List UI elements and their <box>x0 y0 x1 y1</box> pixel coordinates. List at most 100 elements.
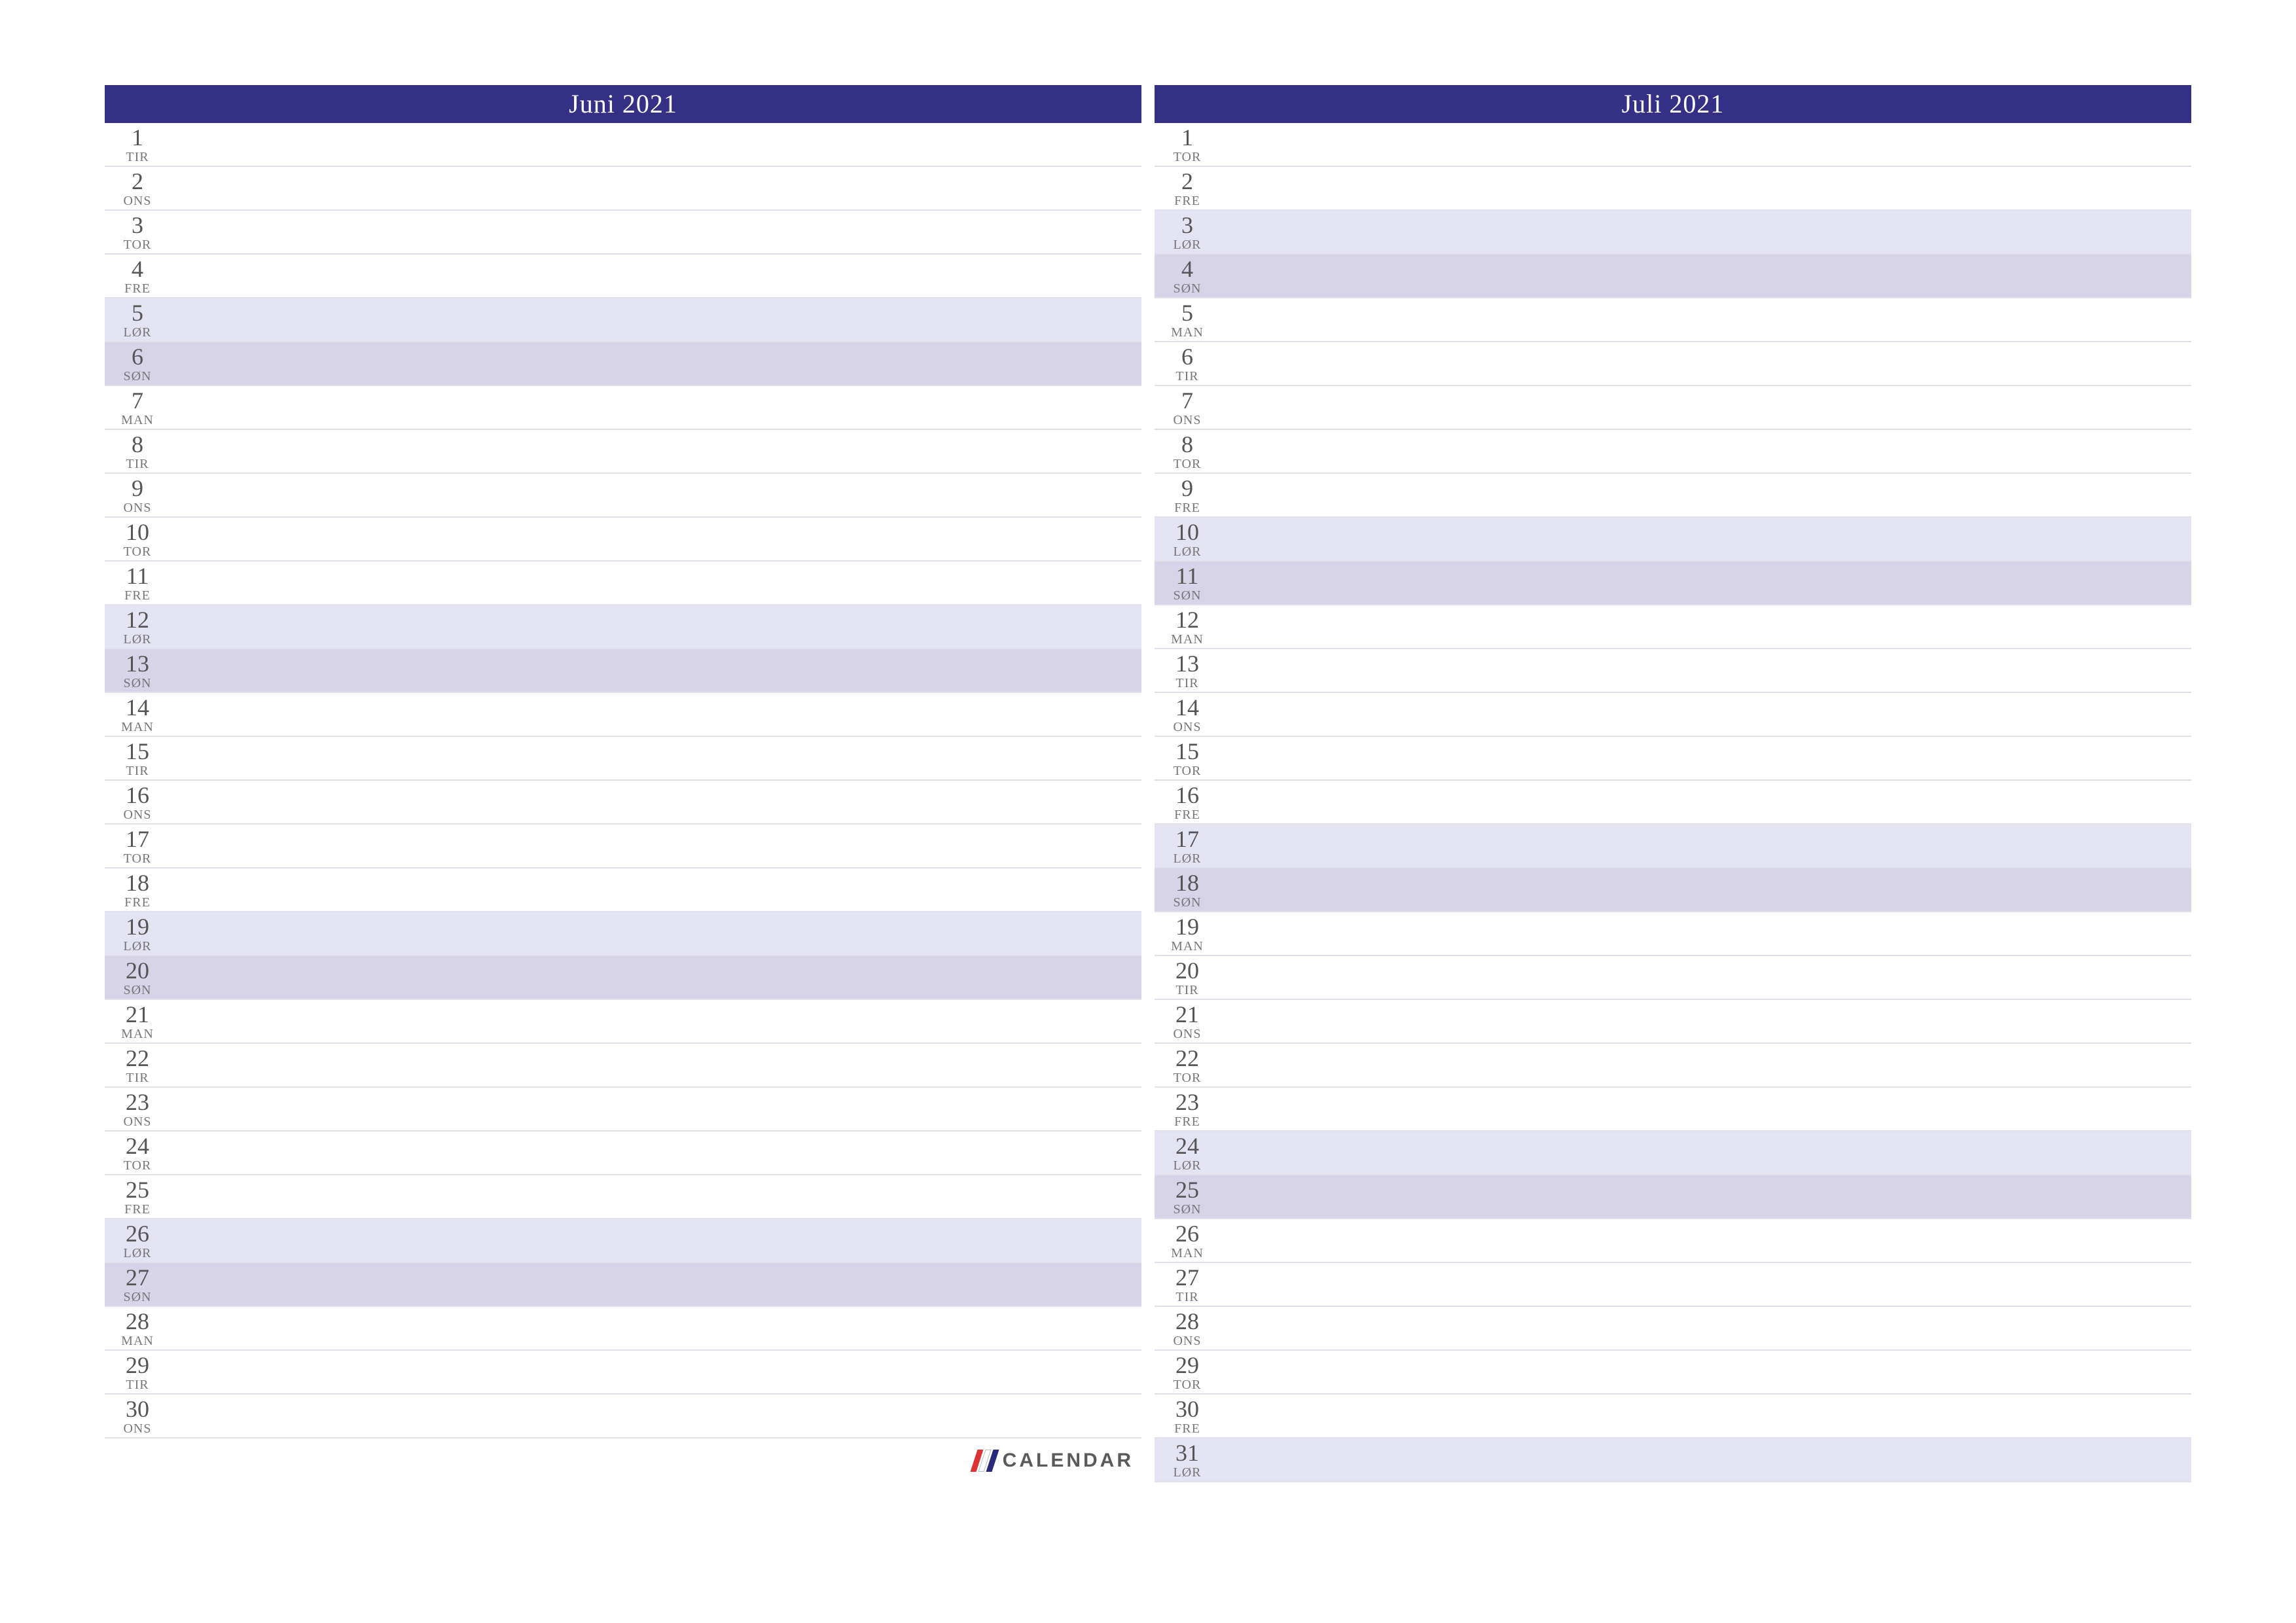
day-label-cell: 19LØR <box>105 912 170 955</box>
day-label-cell: 27TIR <box>1155 1263 1220 1306</box>
day-number: 11 <box>126 564 149 588</box>
day-weekday: SØN <box>123 1291 151 1304</box>
day-row: 20SØN <box>105 956 1141 1000</box>
day-notes-area <box>170 1351 1141 1393</box>
day-weekday: TIR <box>1175 984 1198 997</box>
day-notes-area <box>1220 1395 2191 1437</box>
day-number: 3 <box>1181 213 1193 237</box>
day-weekday: LØR <box>1174 545 1202 558</box>
day-notes-area <box>1220 386 2191 429</box>
day-weekday: SØN <box>1173 282 1201 295</box>
day-label-cell: 22TIR <box>105 1044 170 1086</box>
day-row: 12MAN <box>1155 605 2191 649</box>
day-weekday: ONS <box>123 808 151 821</box>
day-row: 8TIR <box>105 430 1141 474</box>
day-row: 16FRE <box>1155 781 2191 825</box>
day-notes-area <box>1220 1044 2191 1086</box>
day-number: 27 <box>126 1266 149 1289</box>
day-row: 17LØR <box>1155 825 2191 868</box>
day-weekday: MAN <box>121 721 154 734</box>
day-row: 30ONS <box>105 1395 1141 1438</box>
day-label-cell: 20TIR <box>1155 956 1220 999</box>
day-weekday: LØR <box>1174 238 1202 251</box>
day-weekday: FRE <box>1174 1422 1200 1435</box>
day-notes-area <box>170 868 1141 911</box>
day-row: 7ONS <box>1155 386 2191 430</box>
day-row: 31LØR <box>1155 1438 2191 1482</box>
day-weekday: TOR <box>1174 151 1202 164</box>
day-notes-area <box>170 1219 1141 1262</box>
day-row: 25FRE <box>105 1175 1141 1219</box>
day-weekday: ONS <box>1173 1334 1201 1347</box>
day-number: 9 <box>132 476 143 500</box>
day-weekday: SØN <box>1173 1203 1201 1216</box>
day-notes-area <box>1220 693 2191 736</box>
day-notes-area <box>170 255 1141 297</box>
day-label-cell: 4SØN <box>1155 255 1220 297</box>
day-label-cell: 10TOR <box>105 518 170 560</box>
day-row: 20TIR <box>1155 956 2191 1000</box>
day-weekday: ONS <box>1173 721 1201 734</box>
day-notes-area <box>1220 1438 2191 1481</box>
day-notes-area <box>1220 649 2191 692</box>
day-row: 15TIR <box>105 737 1141 781</box>
day-label-cell: 30ONS <box>105 1395 170 1437</box>
day-number: 6 <box>1181 345 1193 368</box>
day-row: 30FRE <box>1155 1395 2191 1438</box>
day-label-cell: 14MAN <box>105 693 170 736</box>
day-number: 31 <box>1175 1441 1199 1465</box>
day-number: 29 <box>1175 1353 1199 1377</box>
day-number: 8 <box>132 433 143 456</box>
day-row: 28MAN <box>105 1307 1141 1351</box>
day-number: 14 <box>1175 696 1199 719</box>
day-weekday: LØR <box>124 1247 152 1260</box>
day-label-cell: 10LØR <box>1155 518 1220 560</box>
day-notes-area <box>1220 211 2191 253</box>
day-row: 28ONS <box>1155 1307 2191 1351</box>
day-weekday: MAN <box>121 1027 154 1041</box>
day-label-cell: 15TOR <box>1155 737 1220 779</box>
day-weekday: MAN <box>121 1334 154 1347</box>
day-notes-area <box>1220 1219 2191 1262</box>
day-label-cell: 24LØR <box>1155 1132 1220 1174</box>
day-notes-area <box>170 342 1141 385</box>
day-weekday: SØN <box>123 370 151 383</box>
day-number: 10 <box>126 520 149 544</box>
day-notes-area <box>170 1395 1141 1437</box>
day-number: 6 <box>132 345 143 368</box>
day-number: 19 <box>126 915 149 938</box>
day-label-cell: 13SØN <box>105 649 170 692</box>
day-notes-area <box>1220 1351 2191 1393</box>
day-notes-area <box>170 1088 1141 1130</box>
day-label-cell: 25SØN <box>1155 1175 1220 1218</box>
day-row: 8TOR <box>1155 430 2191 474</box>
day-row: 13SØN <box>105 649 1141 693</box>
day-weekday: LØR <box>124 633 152 646</box>
day-label-cell: 28MAN <box>105 1307 170 1349</box>
day-label-cell: 3TOR <box>105 211 170 253</box>
day-notes-area <box>1220 167 2191 209</box>
day-weekday: MAN <box>1171 940 1204 953</box>
day-row: 9ONS <box>105 474 1141 518</box>
day-weekday: TOR <box>1174 764 1202 777</box>
day-weekday: MAN <box>121 414 154 427</box>
day-number: 1 <box>1181 126 1193 149</box>
day-notes-area <box>170 298 1141 341</box>
day-notes-area <box>1220 1132 2191 1174</box>
day-number: 24 <box>1175 1134 1199 1158</box>
day-notes-area <box>170 386 1141 429</box>
day-number: 26 <box>1175 1222 1199 1245</box>
day-row: 27 SØN <box>105 1263 1141 1307</box>
day-label-cell: 15TIR <box>105 737 170 779</box>
day-number: 8 <box>1181 433 1193 456</box>
day-row: 14 ONS <box>1155 693 2191 737</box>
day-notes-area <box>1220 1000 2191 1043</box>
day-weekday: LØR <box>1174 1466 1202 1479</box>
day-row: 24TOR <box>105 1132 1141 1175</box>
day-row: 10LØR <box>1155 518 2191 562</box>
day-notes-area <box>170 605 1141 648</box>
day-weekday: TOR <box>124 238 152 251</box>
day-weekday: TIR <box>126 151 149 164</box>
day-row: 18SØN <box>1155 868 2191 912</box>
day-label-cell: 5LØR <box>105 298 170 341</box>
